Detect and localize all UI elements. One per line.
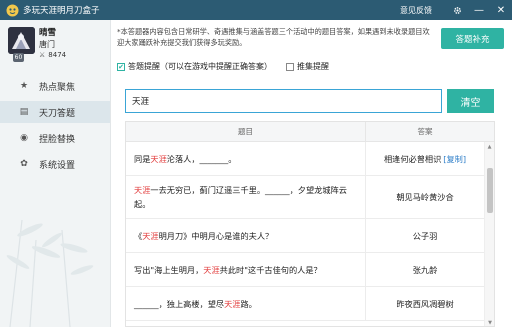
- table-row[interactable]: 《天涯明月刀》中明月心是谁的夫人？ 公子羽: [126, 219, 494, 253]
- search-highlight: 天涯: [203, 264, 220, 275]
- face-icon: ◉: [20, 133, 28, 143]
- reminder-options: ✔ 答题提醒（可以在游戏中提醒正确答案） 推集提醒: [117, 61, 343, 72]
- search-highlight: 天涯: [134, 185, 151, 195]
- answer-text: 朝见马岭黄沙合: [396, 192, 454, 202]
- table-body: 同是天涯沦落人，_______。 相逢何必曾相识 [复制] 天涯一去无穷已，蓟门辽遥三…: [126, 142, 494, 321]
- scroll-down-arrow-icon[interactable]: ▼: [485, 318, 494, 326]
- question-cell: 天涯一去无穷已，蓟门辽遥三千里。______，夕望龙城阵云起。: [126, 176, 366, 218]
- app-title: 多玩天涯明月刀盒子: [23, 6, 100, 16]
- search-highlight: 天涯: [142, 230, 159, 241]
- question-text: 沦落人，_______。: [166, 153, 237, 164]
- table-row[interactable]: 同是天涯沦落人，_______。 相逢何必曾相识 [复制]: [126, 142, 494, 176]
- sidebar-item-hot-topics[interactable]: ★ 热点聚焦: [0, 75, 110, 97]
- collection-reminder-checkbox[interactable]: [286, 62, 294, 71]
- answer-table: 题目 答案 同是天涯沦落人，_______。 相逢何必曾相识 [复制] 天涯一去无穷已…: [125, 121, 495, 327]
- supplement-answer-button[interactable]: 答题补充: [441, 28, 504, 49]
- bamboo-watermark-icon: [6, 219, 94, 327]
- answer-text: 昨夜西风凋碧树: [396, 298, 454, 309]
- star-icon: ★: [19, 81, 29, 91]
- level-badge: 60: [13, 53, 24, 62]
- clear-button[interactable]: 清空: [447, 89, 494, 113]
- search-input[interactable]: [125, 89, 442, 113]
- settings-icon: ✿: [20, 159, 28, 169]
- question-text: ______，独上高楼，望尽: [134, 298, 225, 309]
- sidebar-item-label: 热点聚焦: [39, 82, 76, 93]
- table-header: 题目 答案: [126, 122, 494, 142]
- sidebar-item-quiz[interactable]: ▤ 天刀答题: [0, 101, 110, 123]
- sidebar-item-label: 天刀答题: [39, 108, 76, 119]
- question-text: 共此时"这千古佳句的人是？: [219, 264, 322, 275]
- sidebar-item-label: 系统设置: [39, 160, 76, 171]
- answer-text: 相逢何必曾相识: [383, 153, 442, 164]
- question-column-header: 题目: [126, 122, 366, 141]
- question-cell: 《天涯明月刀》中明月心是谁的夫人？: [126, 219, 366, 252]
- question-cell: 写出"海上生明月，天涯共此时"这千古佳句的人是？: [126, 253, 366, 286]
- question-text: 路。: [240, 298, 257, 309]
- book-icon: ▤: [19, 107, 29, 117]
- answer-cell: 昨夜西风凋碧树: [366, 287, 484, 320]
- question-text: 一去无穷已，蓟门辽遥三千里。______，夕望龙城阵云起。: [134, 185, 347, 209]
- table-row[interactable]: 天涯一去无穷已，蓟门辽遥三千里。______，夕望龙城阵云起。 朝见马岭黄沙合: [126, 176, 494, 219]
- question-cell: ______，独上高楼，望尽天涯路。: [126, 287, 366, 320]
- search-highlight: 天涯: [224, 298, 241, 309]
- table-row[interactable]: 写出"海上生明月，天涯共此时"这千古佳句的人是？ 张九龄: [126, 253, 494, 287]
- collection-reminder-option[interactable]: 推集提醒: [286, 61, 329, 72]
- combat-power-value: 8474: [48, 51, 67, 59]
- answer-text: 公子羽: [412, 230, 438, 241]
- sword-icon: ⚔: [39, 51, 46, 59]
- collection-reminder-label: 推集提醒: [297, 62, 329, 71]
- question-text: 写出"海上生明月，: [134, 264, 204, 275]
- sidebar-item-label: 捏脸替换: [39, 134, 76, 145]
- scroll-up-arrow-icon[interactable]: ▲: [485, 142, 494, 152]
- copy-answer-link[interactable]: [复制]: [443, 153, 466, 165]
- answer-cell: 相逢何必曾相识 [复制]: [366, 142, 484, 175]
- answer-cell: 朝见马岭黄沙合: [366, 176, 484, 218]
- feedback-link[interactable]: 意见反馈: [400, 5, 432, 16]
- gear-icon: [453, 6, 461, 14]
- quiz-reminder-option[interactable]: ✔ 答题提醒（可以在游戏中提醒正确答案）: [117, 61, 272, 72]
- user-name: 晴雪: [39, 28, 57, 38]
- question-text: 同是: [134, 153, 151, 164]
- sidebar-item-face-swap[interactable]: ◉ 捏脸替换: [0, 127, 110, 149]
- sidebar: 60 晴雪 唐门 ⚔ 8474 ★ 热点聚焦 ▤ 天刀答题 ◉ 捏脸替换 ✿ 系…: [0, 20, 111, 327]
- quiz-reminder-checkbox[interactable]: ✔: [117, 62, 125, 71]
- search-highlight: 天涯: [150, 153, 167, 164]
- question-text: 明月刀》中明月心是谁的夫人？: [158, 230, 274, 241]
- question-cell: 同是天涯沦落人，_______。: [126, 142, 366, 175]
- title-bar: 多玩天涯明月刀盒子 意见反馈 — ✕: [0, 0, 512, 20]
- scrollbar-thumb[interactable]: [487, 168, 493, 213]
- minimize-button[interactable]: —: [468, 0, 490, 20]
- answer-column-header: 答案: [417, 127, 433, 136]
- table-row[interactable]: ______，独上高楼，望尽天涯路。 昨夜西风凋碧树: [126, 287, 494, 321]
- answer-cell: 公子羽: [366, 219, 484, 252]
- app-logo-icon: [5, 3, 19, 17]
- answer-text: 张九龄: [412, 264, 438, 275]
- user-sect: 唐门: [39, 40, 55, 49]
- sidebar-item-settings[interactable]: ✿ 系统设置: [0, 153, 110, 175]
- table-scrollbar[interactable]: ▲ ▼: [484, 142, 494, 326]
- settings-button[interactable]: [446, 0, 468, 20]
- quiz-reminder-label: 答题提醒（可以在游戏中提醒正确答案）: [128, 62, 272, 71]
- notice-text: *本答题器内容包含日常研学、奇遇推集与涵盖答题三个活动中的题目答案，如果遇到未收…: [117, 27, 430, 47]
- close-button[interactable]: ✕: [490, 0, 512, 20]
- avatar[interactable]: [8, 27, 35, 54]
- answer-cell: 张九龄: [366, 253, 484, 286]
- combat-power: ⚔ 8474: [39, 51, 66, 59]
- sidebar-nav: ★ 热点聚焦 ▤ 天刀答题 ◉ 捏脸替换 ✿ 系统设置: [0, 75, 110, 179]
- question-text: 《: [134, 230, 143, 241]
